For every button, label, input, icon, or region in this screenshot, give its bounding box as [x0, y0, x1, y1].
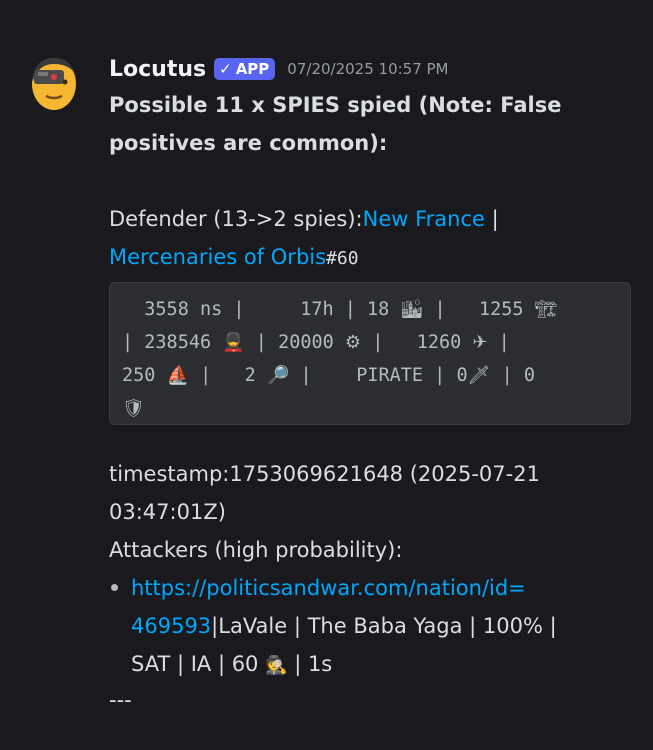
attacker-link-id[interactable]: 469593 [131, 614, 211, 638]
code-text: 3558 ns | 17h | 18 [122, 299, 401, 320]
timestamp-line-2: 03:47:01Z) [109, 500, 226, 524]
app-badge-label: APP [235, 60, 270, 78]
city-icon: 🏙 [400, 299, 424, 320]
shield-icon: 🛡 [122, 398, 145, 419]
attackers-heading: Attackers (high probability): [109, 538, 403, 562]
avatar[interactable] [28, 52, 80, 112]
message-content: Locutus ✓ APP 07/20/2025 10:57 PM Possib… [109, 52, 639, 715]
defender-alliance-line: Mercenaries of Orbis#60 [109, 238, 639, 278]
message-title: Possible 11 x SPIES spied (Note: False p… [109, 86, 639, 162]
construction-crane-icon: 🏗 [534, 299, 558, 320]
dagger-icon: 🗡 [467, 365, 491, 386]
attacker-details: |LaVale | The Baba Yaga | 100% | [211, 614, 557, 638]
defender-stats-codeblock[interactable]: 3558 ns | 17h | 18 🏙 | 1255 🏗 | 238546 💂… [109, 282, 631, 425]
title-line-2: positives are common): [109, 131, 388, 155]
attacker-details-3: | 1s [287, 652, 333, 676]
message-header: Locutus ✓ APP 07/20/2025 10:57 PM [109, 52, 639, 86]
code-text: | [487, 332, 510, 353]
list-item: https://politicsandwar.com/nation/id= 46… [109, 569, 639, 685]
gear-icon: ⚙ [344, 332, 362, 353]
defender-alliance-link[interactable]: Mercenaries of Orbis [109, 245, 326, 269]
bullet [111, 584, 118, 591]
defender-prefix: Defender (13->2 spies): [109, 207, 363, 231]
code-text: | 1260 [361, 332, 473, 353]
magnifying-glass-icon: 🔎 [266, 365, 290, 386]
defender-rank: #60 [326, 248, 359, 269]
locutus-avatar-icon [32, 58, 76, 110]
defender-nation-link[interactable]: New France [363, 207, 485, 231]
code-text: 250 [122, 365, 167, 386]
title-line-1: Possible 11 x SPIES spied (Note: False [109, 93, 562, 117]
code-text: | 1255 [423, 299, 535, 320]
attackers-list: https://politicsandwar.com/nation/id= 46… [109, 569, 639, 685]
code-text: | PIRATE | 0 [289, 365, 468, 386]
check-icon: ✓ [219, 60, 232, 78]
attacker-details-2: SAT | IA | 60 [131, 652, 266, 676]
username[interactable]: Locutus [109, 57, 206, 82]
code-text: | 0 [490, 365, 536, 386]
attacker-link[interactable]: https://politicsandwar.com/nation/id= [131, 576, 526, 600]
code-text: | 2 [188, 365, 267, 386]
timestamp-line-1: timestamp:1753069621648 (2025-07-21 [109, 462, 540, 486]
airplane-icon: ✈ [472, 332, 488, 353]
app-badge: ✓ APP [214, 58, 276, 80]
spy-icon: 🕵 [265, 655, 288, 676]
code-text: | 20000 [244, 332, 345, 353]
code-text: | 238546 [122, 332, 223, 353]
sailboat-icon: ⛵ [166, 365, 189, 386]
soldier-icon: 💂 [222, 332, 245, 353]
footer-separator: --- [109, 688, 132, 712]
defender-line: Defender (13->2 spies):New France | [109, 200, 639, 238]
separator: | [484, 207, 499, 231]
message-timestamp[interactable]: 07/20/2025 10:57 PM [287, 60, 448, 78]
